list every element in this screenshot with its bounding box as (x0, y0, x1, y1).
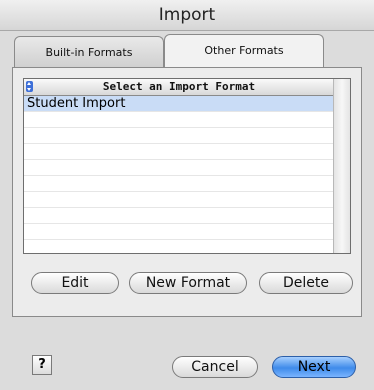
list-item[interactable] (24, 112, 334, 128)
list-item[interactable] (24, 160, 334, 176)
tab-bar: Built-in Formats Other Formats (14, 34, 324, 68)
list-item[interactable] (24, 240, 334, 253)
list-item[interactable] (24, 144, 334, 160)
title-bar: Import (0, 0, 374, 31)
window-title: Import (158, 5, 216, 25)
list-header[interactable]: Select an Import Format (24, 79, 334, 96)
new-format-button[interactable]: New Format (129, 272, 247, 294)
list-rows: Student Import (24, 96, 334, 253)
list-item[interactable]: Student Import (24, 96, 334, 112)
cancel-button[interactable]: Cancel (172, 356, 258, 378)
import-format-list[interactable]: Select an Import Format Student Import (23, 78, 351, 254)
next-button[interactable]: Next (272, 356, 356, 378)
edit-button[interactable]: Edit (31, 272, 119, 294)
delete-button[interactable]: Delete (259, 272, 353, 294)
list-item[interactable] (24, 176, 334, 192)
list-scrollbar[interactable] (333, 79, 350, 253)
tab-other-formats[interactable]: Other Formats (164, 34, 324, 68)
list-item[interactable] (24, 224, 334, 240)
list-item[interactable] (24, 208, 334, 224)
tab-built-in-formats[interactable]: Built-in Formats (14, 36, 164, 68)
list-header-label: Select an Import Format (102, 80, 256, 93)
help-button[interactable]: ? (32, 355, 52, 375)
sort-icon[interactable] (26, 81, 33, 92)
list-item[interactable] (24, 128, 334, 144)
tab-panel: Select an Import Format Student Import E… (12, 67, 362, 317)
list-item[interactable] (24, 192, 334, 208)
